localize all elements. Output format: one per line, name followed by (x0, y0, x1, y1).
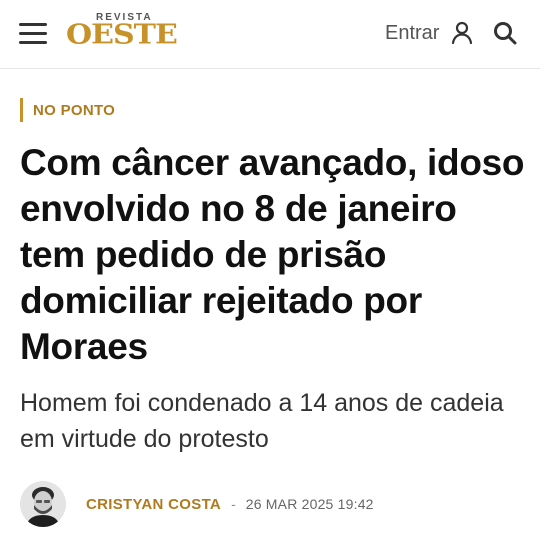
login-link[interactable]: Entrar (385, 22, 439, 45)
author-name[interactable]: CRISTYAN COSTA (86, 496, 221, 513)
user-icon[interactable] (450, 20, 474, 44)
header-divider (0, 68, 540, 69)
site-header: REVISTA OESTE Entrar (0, 0, 540, 68)
article-headline: Com câncer avançado, idoso envolvido no … (20, 142, 525, 367)
site-logo[interactable]: REVISTA OESTE (66, 12, 178, 54)
article-subtitle: Homem foi condenado a 14 anos de cadeia … (20, 389, 504, 453)
section-tag[interactable]: NO PONTO (20, 98, 115, 122)
hamburger-menu-icon[interactable] (19, 23, 47, 45)
publish-date: 26 MAR 2025 19:42 (245, 496, 374, 512)
author-avatar[interactable] (20, 481, 66, 527)
search-icon[interactable] (492, 20, 518, 46)
section-label: NO PONTO (33, 101, 116, 119)
byline: CRISTYAN COSTA - 26 MAR 2025 19:42 (20, 481, 374, 527)
logo-title: OESTE (66, 19, 178, 51)
byline-separator: - (231, 496, 236, 512)
section-accent-bar (20, 98, 23, 122)
